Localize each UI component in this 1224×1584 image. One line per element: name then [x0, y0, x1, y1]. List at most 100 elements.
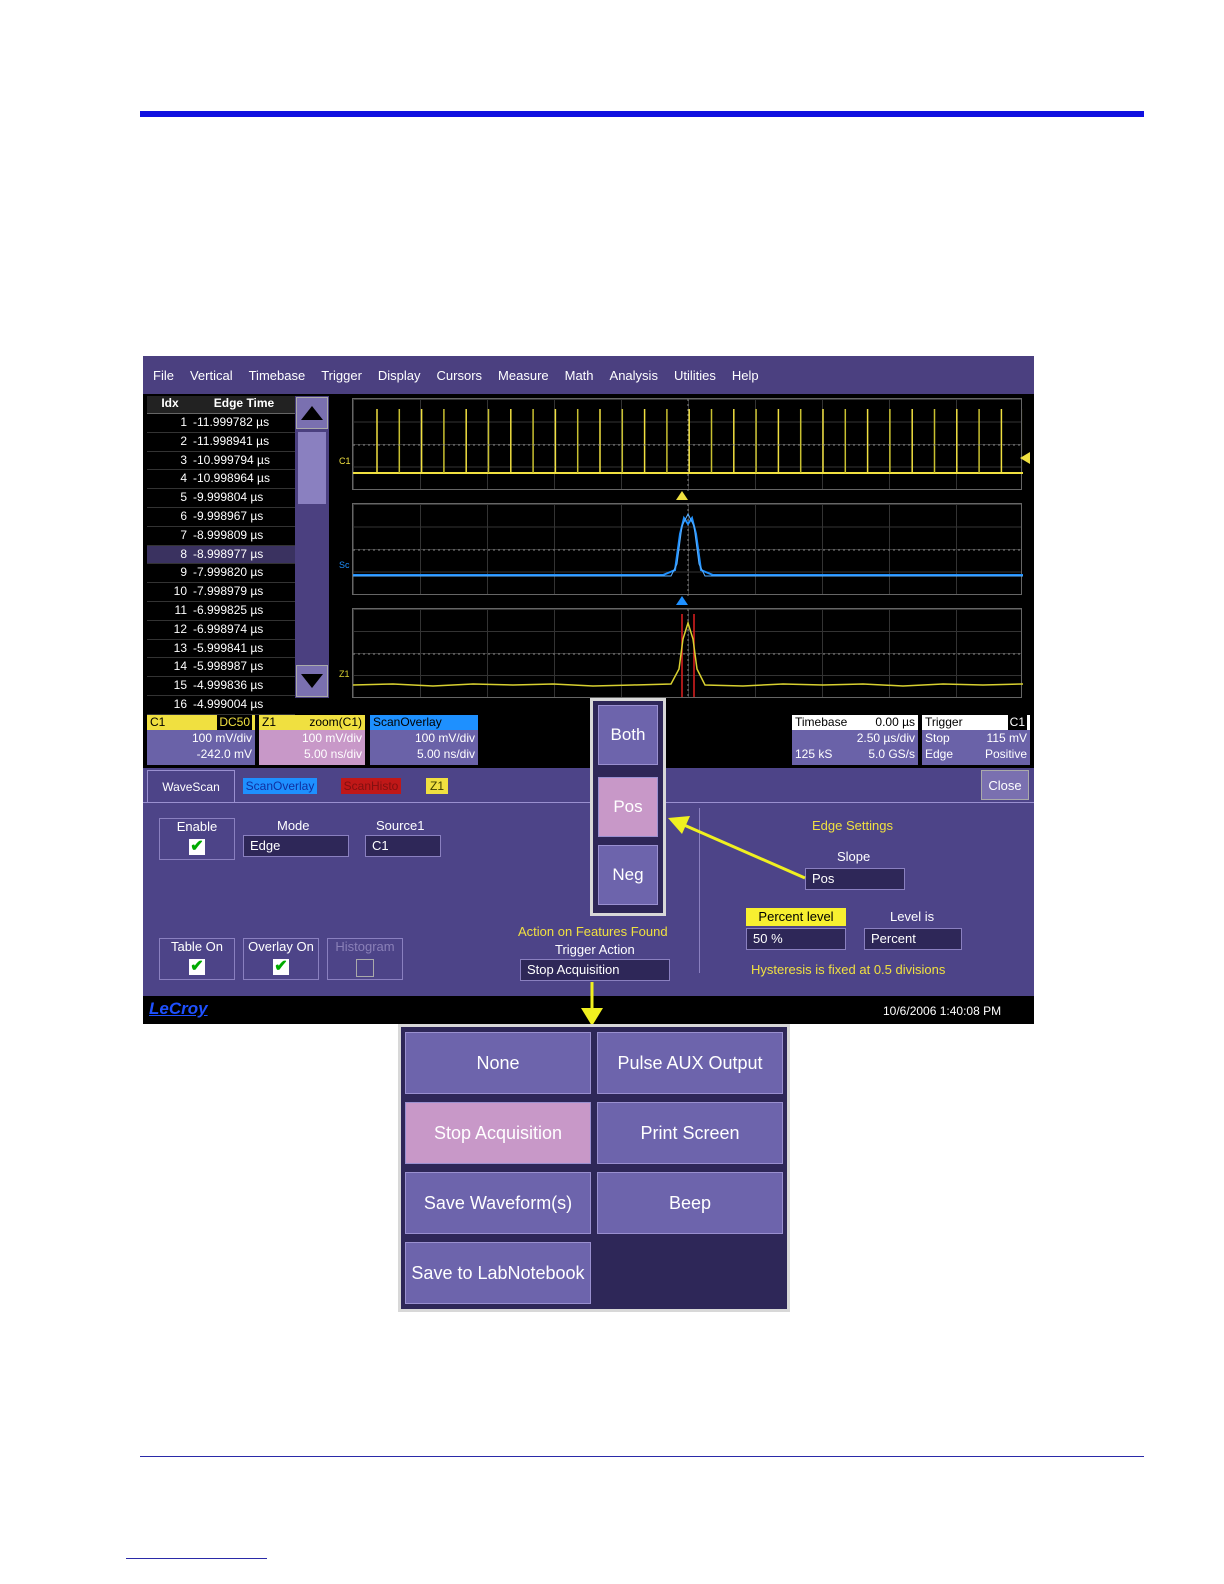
- overlay-on-checkbox[interactable]: ✔: [273, 959, 289, 975]
- menu-measure[interactable]: Measure: [498, 368, 549, 383]
- action-none-button[interactable]: None: [405, 1032, 591, 1094]
- row-index: 1: [180, 415, 187, 429]
- scanoverlay-name: ScanOverlay: [373, 715, 442, 729]
- row-edge-time: -10.998964 µs: [193, 471, 270, 486]
- action-stop-acquisition-button[interactable]: Stop Acquisition: [405, 1102, 591, 1164]
- enable-checkbox-group[interactable]: Enable ✔: [159, 818, 235, 860]
- table-row[interactable]: 4 -10.998964 µs: [147, 470, 295, 490]
- level-is-field[interactable]: Percent: [864, 928, 962, 950]
- trigger-marker-icon: [676, 491, 688, 500]
- tab-wavescan[interactable]: WaveScan: [147, 770, 235, 803]
- menu-timebase[interactable]: Timebase: [249, 368, 306, 383]
- table-row[interactable]: 13 -5.999841 µs: [147, 640, 295, 659]
- table-row[interactable]: 8 -8.998977 µs: [147, 545, 295, 565]
- table-on-checkbox-group[interactable]: Table On ✔: [159, 938, 235, 980]
- table-row[interactable]: 11 -6.999825 µs: [147, 602, 295, 621]
- action-save-waveforms-button[interactable]: Save Waveform(s): [405, 1172, 591, 1234]
- row-index: 16: [173, 696, 187, 711]
- trigger-descriptor[interactable]: Trigger C1 Stop 115 mV Edge Positive: [922, 715, 1030, 765]
- timebase-descriptor[interactable]: Timebase 0.00 µs 2.50 µs/div 125 kS 5.0 …: [792, 715, 918, 765]
- table-row[interactable]: 16 -4.999004 µs: [147, 696, 295, 715]
- action-beep-button[interactable]: Beep: [597, 1172, 783, 1234]
- row-edge-time: -11.998941 µs: [193, 433, 270, 448]
- menu-math[interactable]: Math: [565, 368, 594, 383]
- row-index: 14: [173, 659, 187, 674]
- row-index: 10: [173, 584, 187, 599]
- table-row[interactable]: 14 -5.998987 µs: [147, 658, 295, 678]
- trigger-mode: Stop: [925, 731, 950, 745]
- trigger-level: 115 mV: [986, 731, 1027, 745]
- waveform-area: C1 Sc Z1: [339, 396, 1034, 699]
- mode-field[interactable]: Edge: [243, 835, 349, 857]
- trigger-type: Edge: [925, 747, 954, 761]
- row-index: 13: [173, 640, 187, 655]
- table-on-checkbox[interactable]: ✔: [189, 959, 205, 975]
- action-print-screen-button[interactable]: Print Screen: [597, 1102, 783, 1164]
- trigger-slope: Positive: [984, 747, 1027, 761]
- page-top-rule: [140, 111, 1144, 117]
- table-row[interactable]: 12 -6.998974 µs: [147, 621, 295, 640]
- triangle-up-icon: [301, 406, 323, 420]
- scanoverlay-descriptor-header: ScanOverlay: [370, 715, 478, 730]
- tab-scanoverlay[interactable]: ScanOverlay: [239, 770, 321, 802]
- c1-trace: [353, 399, 1023, 491]
- close-button[interactable]: Close: [981, 770, 1029, 800]
- mode-label: Mode: [277, 818, 310, 833]
- enable-checkbox[interactable]: ✔: [189, 839, 205, 855]
- menu-vertical[interactable]: Vertical: [190, 368, 233, 383]
- table-row[interactable]: 15 -4.999836 µs: [147, 677, 295, 696]
- slope-label: Slope: [837, 849, 871, 864]
- scanoverlay-descriptor[interactable]: ScanOverlay 100 mV/div 5.00 ns/div: [370, 715, 478, 765]
- menu-utilities[interactable]: Utilities: [674, 368, 716, 383]
- row-edge-time: -5.999841 µs: [193, 640, 264, 655]
- menu-display[interactable]: Display: [378, 368, 421, 383]
- edge-settings-label: Edge Settings: [812, 818, 893, 833]
- menu-cursors[interactable]: Cursors: [437, 368, 483, 383]
- trigger-source-badge: C1: [1007, 715, 1027, 730]
- z1-vdiv: 100 mV/div: [301, 731, 362, 745]
- menu-help[interactable]: Help: [732, 368, 759, 383]
- tab-scanhisto[interactable]: ScanHisto: [333, 770, 409, 802]
- z1-name: Z1: [262, 715, 277, 729]
- table-row[interactable]: 1 -11.999782 µs: [147, 414, 295, 433]
- c1-descriptor[interactable]: C1 DC50 100 mV/div -242.0 mV: [147, 715, 255, 765]
- so-vdiv: 100 mV/div: [414, 731, 475, 745]
- scroll-thumb[interactable]: [298, 432, 326, 504]
- action-pulse-aux-button[interactable]: Pulse AUX Output: [597, 1032, 783, 1094]
- enable-label: Enable: [176, 819, 218, 834]
- source1-field[interactable]: C1: [365, 835, 441, 857]
- z1-descriptor[interactable]: Z1 zoom(C1) 100 mV/div 5.00 ns/div: [259, 715, 365, 765]
- action-save-labnotebook-button[interactable]: Save to LabNotebook: [405, 1242, 591, 1304]
- row-edge-time: -9.998967 µs: [193, 508, 264, 523]
- table-row[interactable]: 5 -9.999804 µs: [147, 489, 295, 508]
- table-row[interactable]: 6 -9.998967 µs: [147, 508, 295, 527]
- slope-field[interactable]: Pos: [805, 868, 905, 890]
- table-row[interactable]: 2 -11.998941 µs: [147, 433, 295, 452]
- histogram-checkbox[interactable]: [356, 959, 374, 977]
- c1-offset: -242.0 mV: [196, 747, 252, 761]
- menu-file[interactable]: File: [153, 368, 174, 383]
- tab-z1[interactable]: Z1: [419, 770, 455, 802]
- z1-trace-label: Z1: [339, 669, 350, 679]
- row-edge-time: -6.999825 µs: [193, 602, 264, 617]
- datetime: 10/6/2006 1:40:08 PM: [883, 1004, 1002, 1018]
- edge-time-table: Idx Edge Time 1 -11.999782 µs 2 -11.998941 …: [147, 396, 295, 715]
- menu-analysis[interactable]: Analysis: [610, 368, 658, 383]
- histogram-checkbox-group[interactable]: Histogram: [327, 938, 403, 980]
- menu-trigger[interactable]: Trigger: [321, 368, 362, 383]
- table-row[interactable]: 9 -7.999820 µs: [147, 564, 295, 584]
- footnote-rule: [126, 1558, 267, 1559]
- z1-tdiv: 5.00 ns/div: [303, 747, 362, 761]
- row-index: 3: [180, 452, 187, 467]
- slope-both-button[interactable]: Both: [598, 705, 658, 765]
- table-row[interactable]: 3 -10.999794 µs: [147, 452, 295, 471]
- table-row[interactable]: 10 -7.998979 µs: [147, 583, 295, 602]
- row-index: 2: [180, 433, 187, 448]
- overlay-on-checkbox-group[interactable]: Overlay On ✔: [243, 938, 319, 980]
- sc-trace-label: Sc: [339, 560, 350, 570]
- scroll-up-button[interactable]: [296, 397, 328, 429]
- scroll-down-button[interactable]: [296, 665, 328, 697]
- table-scrollbar[interactable]: [295, 396, 329, 698]
- table-row[interactable]: 7 -8.999809 µs: [147, 527, 295, 546]
- trigger-label: Trigger: [925, 715, 963, 729]
